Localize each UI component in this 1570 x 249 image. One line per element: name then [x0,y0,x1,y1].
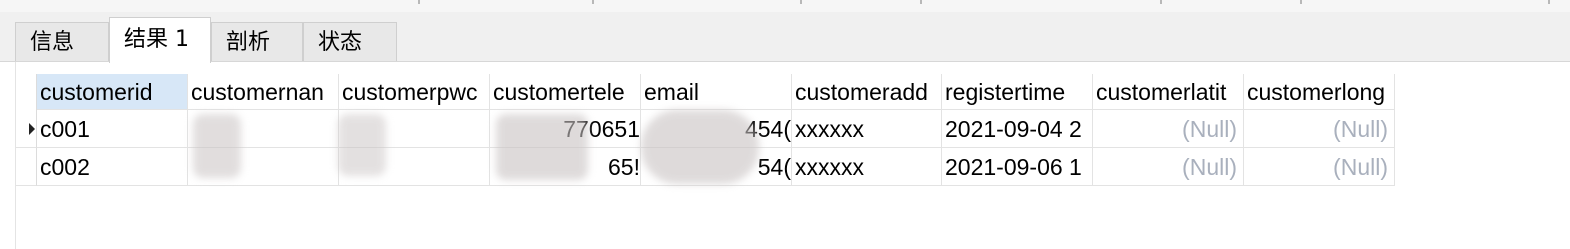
tab-profile[interactable]: 剖析 [211,22,303,61]
row-selector-2[interactable] [16,148,37,186]
table-cell[interactable]: xxxxxx [792,148,942,186]
table-cell-null[interactable]: (Null) [1244,110,1395,148]
redaction-blur [338,114,386,176]
table-cell-null[interactable]: (Null) [1093,110,1244,148]
column-header[interactable]: registertime [942,74,1093,110]
table-cell-null[interactable]: (Null) [1244,148,1395,186]
table-cell[interactable]: c002 [37,148,188,186]
column-header[interactable]: customernan [188,74,339,110]
column-header[interactable]: customerlong [1244,74,1395,110]
column-header[interactable]: customerid [37,74,188,110]
column-header[interactable]: customerpwc [339,74,490,110]
column-header[interactable]: customertele [490,74,641,110]
column-header[interactable]: customeradd [792,74,942,110]
redaction-blur [193,114,241,178]
tab-result-1[interactable]: 结果 1 [109,17,211,63]
table-cell[interactable]: xxxxxx [792,110,942,148]
redaction-blur [641,110,759,184]
table-cell[interactable]: 2021-09-06 1 [942,148,1093,186]
column-header[interactable]: email [641,74,792,110]
current-row-indicator-icon [29,123,35,135]
table-cell-null[interactable]: (Null) [1093,148,1244,186]
redaction-blur [496,114,588,180]
header-row-selector [16,74,37,110]
column-header[interactable]: customerlatit [1093,74,1244,110]
table-cell[interactable]: c001 [37,110,188,148]
left-gutter [0,62,16,249]
table-cell[interactable]: 2021-09-04 2 [942,110,1093,148]
tab-status[interactable]: 状态 [303,22,397,61]
tab-info[interactable]: 信息 [15,22,109,61]
